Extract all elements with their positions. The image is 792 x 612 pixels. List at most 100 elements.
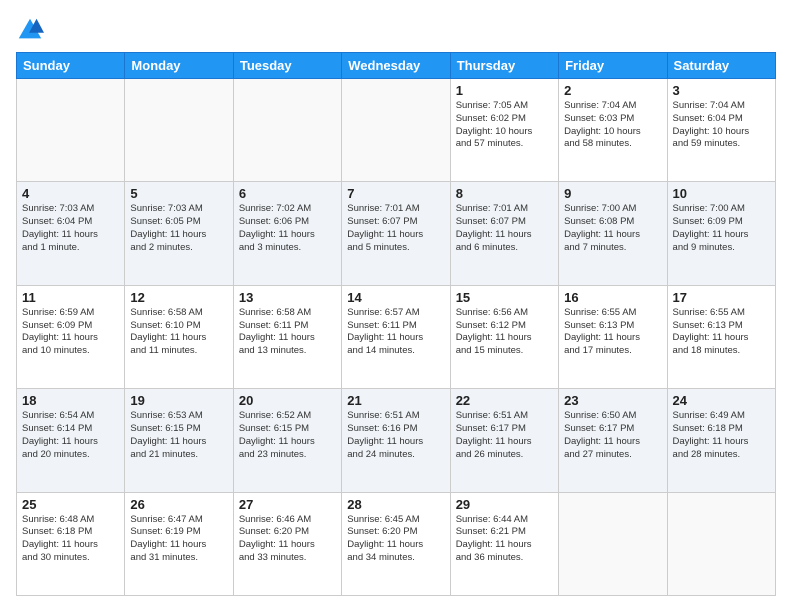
logo	[16, 16, 48, 44]
day-number: 3	[673, 83, 770, 98]
weekday-header-row: SundayMondayTuesdayWednesdayThursdayFrid…	[17, 53, 776, 79]
calendar-cell: 23 Sunrise: 6:50 AM Sunset: 6:17 PM Dayli…	[559, 389, 667, 492]
day-info: Sunrise: 6:50 AM Sunset: 6:17 PM Dayligh…	[564, 410, 661, 461]
logo-icon	[16, 16, 44, 44]
calendar-cell: 11Sunrise: 6:59 AM Sunset: 6:09 PM Dayli…	[17, 285, 125, 388]
calendar-cell: 13Sunrise: 6:58 AM Sunset: 6:11 PM Dayli…	[233, 285, 341, 388]
day-info: Sunrise: 6:51 AM Sunset: 6:16 PM Dayligh…	[347, 410, 444, 461]
calendar-cell	[17, 79, 125, 182]
calendar-cell: 20 Sunrise: 6:52 AM Sunset: 6:15 PM Dayli…	[233, 389, 341, 492]
day-number: 7	[347, 186, 444, 201]
calendar-cell: 14 Sunrise: 6:57 AM Sunset: 6:11 PM Dayli…	[342, 285, 450, 388]
day-number: 22	[456, 393, 553, 408]
calendar-cell: 3 Sunrise: 7:04 AM Sunset: 6:04 PM Daylig…	[667, 79, 775, 182]
calendar-cell: 8 Sunrise: 7:01 AM Sunset: 6:07 PM Daylig…	[450, 182, 558, 285]
day-info: Sunrise: 6:46 AM Sunset: 6:20 PM Dayligh…	[239, 514, 336, 565]
week-row-1: 1 Sunrise: 7:05 AM Sunset: 6:02 PM Daylig…	[17, 79, 776, 182]
calendar-cell: 25 Sunrise: 6:48 AM Sunset: 6:18 PM Dayli…	[17, 492, 125, 595]
day-number: 8	[456, 186, 553, 201]
day-info: Sunrise: 7:03 AM Sunset: 6:04 PM Dayligh…	[22, 203, 119, 254]
calendar-cell: 28Sunrise: 6:45 AM Sunset: 6:20 PM Dayli…	[342, 492, 450, 595]
calendar-cell: 6Sunrise: 7:02 AM Sunset: 6:06 PM Daylig…	[233, 182, 341, 285]
weekday-header-saturday: Saturday	[667, 53, 775, 79]
day-number: 25	[22, 497, 119, 512]
weekday-header-friday: Friday	[559, 53, 667, 79]
day-number: 23	[564, 393, 661, 408]
day-number: 9	[564, 186, 661, 201]
day-info: Sunrise: 7:03 AM Sunset: 6:05 PM Dayligh…	[130, 203, 227, 254]
week-row-2: 4 Sunrise: 7:03 AM Sunset: 6:04 PM Daylig…	[17, 182, 776, 285]
day-number: 18	[22, 393, 119, 408]
day-number: 29	[456, 497, 553, 512]
calendar-cell: 22 Sunrise: 6:51 AM Sunset: 6:17 PM Dayli…	[450, 389, 558, 492]
day-info: Sunrise: 6:57 AM Sunset: 6:11 PM Dayligh…	[347, 307, 444, 358]
calendar-cell: 18 Sunrise: 6:54 AM Sunset: 6:14 PM Dayli…	[17, 389, 125, 492]
day-number: 12	[130, 290, 227, 305]
day-info: Sunrise: 7:05 AM Sunset: 6:02 PM Dayligh…	[456, 100, 553, 151]
day-info: Sunrise: 6:49 AM Sunset: 6:18 PM Dayligh…	[673, 410, 770, 461]
week-row-4: 18 Sunrise: 6:54 AM Sunset: 6:14 PM Dayli…	[17, 389, 776, 492]
day-info: Sunrise: 6:52 AM Sunset: 6:15 PM Dayligh…	[239, 410, 336, 461]
calendar-cell: 2 Sunrise: 7:04 AM Sunset: 6:03 PM Daylig…	[559, 79, 667, 182]
calendar-cell: 24 Sunrise: 6:49 AM Sunset: 6:18 PM Dayli…	[667, 389, 775, 492]
day-info: Sunrise: 6:58 AM Sunset: 6:10 PM Dayligh…	[130, 307, 227, 358]
day-info: Sunrise: 6:51 AM Sunset: 6:17 PM Dayligh…	[456, 410, 553, 461]
calendar-cell: 19 Sunrise: 6:53 AM Sunset: 6:15 PM Dayli…	[125, 389, 233, 492]
day-number: 14	[347, 290, 444, 305]
day-number: 19	[130, 393, 227, 408]
day-number: 26	[130, 497, 227, 512]
week-row-3: 11Sunrise: 6:59 AM Sunset: 6:09 PM Dayli…	[17, 285, 776, 388]
day-info: Sunrise: 6:58 AM Sunset: 6:11 PM Dayligh…	[239, 307, 336, 358]
weekday-header-sunday: Sunday	[17, 53, 125, 79]
day-info: Sunrise: 6:45 AM Sunset: 6:20 PM Dayligh…	[347, 514, 444, 565]
calendar-cell	[559, 492, 667, 595]
day-info: Sunrise: 6:53 AM Sunset: 6:15 PM Dayligh…	[130, 410, 227, 461]
day-number: 10	[673, 186, 770, 201]
calendar-cell: 10 Sunrise: 7:00 AM Sunset: 6:09 PM Dayli…	[667, 182, 775, 285]
day-number: 17	[673, 290, 770, 305]
week-row-5: 25 Sunrise: 6:48 AM Sunset: 6:18 PM Dayli…	[17, 492, 776, 595]
day-info: Sunrise: 6:56 AM Sunset: 6:12 PM Dayligh…	[456, 307, 553, 358]
day-info: Sunrise: 6:55 AM Sunset: 6:13 PM Dayligh…	[564, 307, 661, 358]
calendar-cell	[233, 79, 341, 182]
day-info: Sunrise: 7:01 AM Sunset: 6:07 PM Dayligh…	[456, 203, 553, 254]
day-number: 2	[564, 83, 661, 98]
calendar-cell: 9Sunrise: 7:00 AM Sunset: 6:08 PM Daylig…	[559, 182, 667, 285]
day-number: 6	[239, 186, 336, 201]
calendar-cell: 4 Sunrise: 7:03 AM Sunset: 6:04 PM Daylig…	[17, 182, 125, 285]
day-number: 20	[239, 393, 336, 408]
calendar-cell: 26 Sunrise: 6:47 AM Sunset: 6:19 PM Dayli…	[125, 492, 233, 595]
calendar-cell: 29Sunrise: 6:44 AM Sunset: 6:21 PM Dayli…	[450, 492, 558, 595]
day-info: Sunrise: 7:01 AM Sunset: 6:07 PM Dayligh…	[347, 203, 444, 254]
day-info: Sunrise: 6:48 AM Sunset: 6:18 PM Dayligh…	[22, 514, 119, 565]
calendar-cell: 15Sunrise: 6:56 AM Sunset: 6:12 PM Dayli…	[450, 285, 558, 388]
day-info: Sunrise: 6:54 AM Sunset: 6:14 PM Dayligh…	[22, 410, 119, 461]
day-info: Sunrise: 6:55 AM Sunset: 6:13 PM Dayligh…	[673, 307, 770, 358]
calendar-cell	[342, 79, 450, 182]
day-info: Sunrise: 7:04 AM Sunset: 6:04 PM Dayligh…	[673, 100, 770, 151]
page: SundayMondayTuesdayWednesdayThursdayFrid…	[0, 0, 792, 612]
day-number: 21	[347, 393, 444, 408]
weekday-header-tuesday: Tuesday	[233, 53, 341, 79]
calendar-cell: 5 Sunrise: 7:03 AM Sunset: 6:05 PM Daylig…	[125, 182, 233, 285]
calendar-cell: 7 Sunrise: 7:01 AM Sunset: 6:07 PM Daylig…	[342, 182, 450, 285]
day-number: 24	[673, 393, 770, 408]
calendar-cell: 1 Sunrise: 7:05 AM Sunset: 6:02 PM Daylig…	[450, 79, 558, 182]
day-info: Sunrise: 7:00 AM Sunset: 6:09 PM Dayligh…	[673, 203, 770, 254]
day-number: 16	[564, 290, 661, 305]
day-info: Sunrise: 6:47 AM Sunset: 6:19 PM Dayligh…	[130, 514, 227, 565]
calendar-cell: 21 Sunrise: 6:51 AM Sunset: 6:16 PM Dayli…	[342, 389, 450, 492]
day-number: 4	[22, 186, 119, 201]
day-info: Sunrise: 7:04 AM Sunset: 6:03 PM Dayligh…	[564, 100, 661, 151]
calendar-cell: 12 Sunrise: 6:58 AM Sunset: 6:10 PM Dayli…	[125, 285, 233, 388]
calendar-cell	[125, 79, 233, 182]
day-number: 1	[456, 83, 553, 98]
day-number: 27	[239, 497, 336, 512]
calendar-cell: 16 Sunrise: 6:55 AM Sunset: 6:13 PM Dayli…	[559, 285, 667, 388]
calendar-cell	[667, 492, 775, 595]
header	[16, 16, 776, 44]
weekday-header-monday: Monday	[125, 53, 233, 79]
day-number: 5	[130, 186, 227, 201]
calendar-cell: 17 Sunrise: 6:55 AM Sunset: 6:13 PM Dayli…	[667, 285, 775, 388]
weekday-header-thursday: Thursday	[450, 53, 558, 79]
